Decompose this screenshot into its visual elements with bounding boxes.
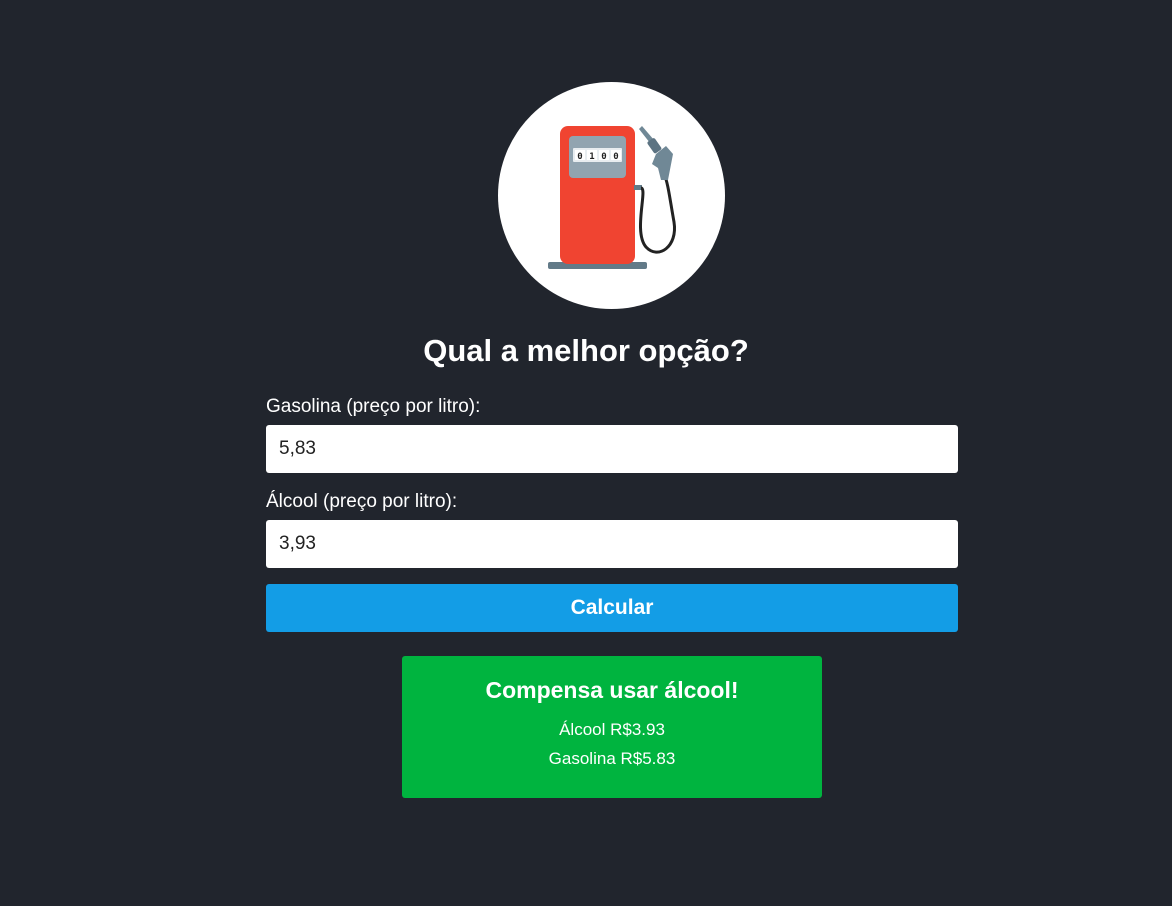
page: 0 1 0 0 Qual a melhor opção? Gasolina (p… (0, 0, 1172, 906)
result-title: Compensa usar álcool! (485, 677, 739, 703)
gasolina-input[interactable] (266, 425, 958, 473)
page-title: Qual a melhor opção? (423, 333, 749, 368)
logo: 0 1 0 0 (498, 82, 725, 309)
gasolina-label: Gasolina (preço por litro): (266, 396, 481, 417)
result-alcool-price: Álcool R$3.93 (559, 720, 665, 739)
counter-digit: 0 (577, 152, 582, 162)
counter-digit: 1 (589, 152, 594, 162)
result-panel: Compensa usar álcool! Álcool R$3.93 Gaso… (402, 656, 822, 798)
alcool-input[interactable] (266, 520, 958, 568)
counter-digit: 0 (601, 152, 606, 162)
fuel-pump-icon: 0 1 0 0 (548, 126, 676, 269)
result-gasolina-price: Gasolina R$5.83 (548, 749, 676, 768)
counter-digit: 0 (613, 152, 618, 162)
alcool-label: Álcool (preço por litro): (266, 491, 458, 512)
calcular-button[interactable]: Calcular (266, 584, 958, 632)
